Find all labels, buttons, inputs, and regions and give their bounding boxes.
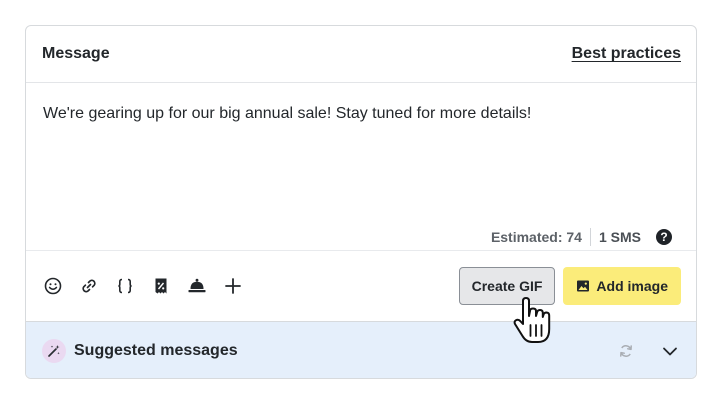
message-counts: Estimated: 74 1 SMS ? [491,228,672,246]
message-header: Message Best practices [26,26,696,83]
curly-braces-icon[interactable] [114,275,136,297]
emoji-icon[interactable] [42,275,64,297]
link-icon[interactable] [78,275,100,297]
coupon-icon[interactable] [150,275,172,297]
message-card: Message Best practices We're gearing up … [25,25,697,379]
suggested-right [615,340,681,362]
image-icon [577,280,590,292]
estimated-count: Estimated: 74 [490,229,582,245]
magic-wand-icon [42,338,66,363]
editor-toolbar: Create GIF Add image [26,251,696,322]
sms-count: 1 SMS [598,229,641,245]
message-title: Message [42,45,110,62]
count-divider [589,228,591,246]
bell-icon[interactable] [186,275,208,297]
plus-icon[interactable] [222,275,244,297]
best-practices-link[interactable]: Best practices [572,45,681,63]
toolbar-actions: Create GIF Add image [458,267,681,305]
suggested-messages-label: Suggested messages [74,341,238,359]
refresh-icon[interactable] [615,340,637,362]
message-editor[interactable]: We're gearing up for our big annual sale… [26,83,696,251]
message-text[interactable]: We're gearing up for our big annual sale… [43,103,679,125]
suggested-left: Suggested messages [42,338,238,363]
create-gif-button[interactable]: Create GIF [458,267,556,305]
suggested-messages-bar[interactable]: Suggested messages [26,322,696,378]
add-image-label: Add image [596,278,668,294]
help-icon[interactable]: ? [656,229,672,245]
toolbar-tools [42,275,244,297]
add-image-button[interactable]: Add image [563,267,681,305]
chevron-down-icon[interactable] [659,340,681,362]
